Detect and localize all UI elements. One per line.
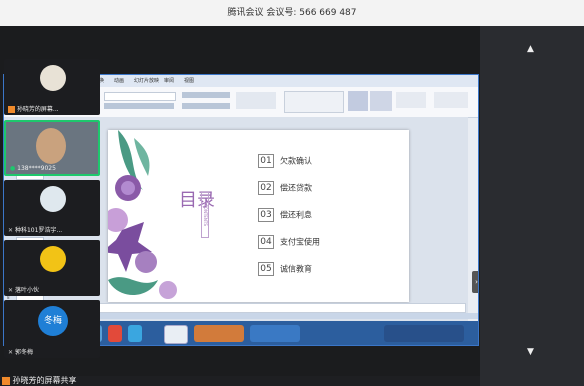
mic-muted-icon: ✕	[8, 349, 14, 356]
quick-styles-icon[interactable]	[370, 91, 392, 111]
taskbar-app-icon[interactable]	[128, 325, 142, 342]
screen-share-owner: 孙晓芳的屏幕共享	[12, 376, 77, 385]
notes-input[interactable]: 单击此处添加备注	[52, 303, 466, 313]
window-title: 腾讯会议 会议号: 566 669 487	[0, 0, 584, 26]
participant-name: ✕ 落叶小伙	[8, 285, 39, 294]
taskbar-window-button[interactable]	[164, 325, 188, 344]
toc-label: 偿还贷款	[280, 183, 312, 193]
screen-share-icon	[2, 376, 10, 385]
toc-item: 03 偿还利息	[258, 208, 312, 222]
shapes-gallery[interactable]	[284, 91, 344, 113]
chevron-up-icon[interactable]: ▲	[527, 44, 534, 54]
participant-name-text: 郭冬梅	[14, 349, 33, 356]
system-tray	[384, 325, 464, 342]
participant-name-text: 落叶小伙	[14, 287, 39, 294]
toc-item: 04 支付宝使用	[258, 235, 320, 249]
chevron-down-icon[interactable]: ▼	[527, 347, 534, 357]
tab-animations[interactable]: 动画	[114, 77, 124, 84]
taskbar-app-icon[interactable]	[108, 325, 122, 342]
toc-number: 05	[258, 262, 274, 276]
editing-tools[interactable]	[434, 92, 468, 108]
font-format-buttons[interactable]	[104, 103, 174, 109]
toc-number: 02	[258, 181, 274, 195]
chevron-right-icon[interactable]: ›	[472, 271, 478, 293]
shape-fill-tools[interactable]	[396, 92, 426, 108]
font-select[interactable]	[104, 92, 176, 101]
participant-face	[36, 128, 66, 164]
participant-name: 孙晓芳的屏幕...	[8, 104, 59, 113]
toc-item: 05 诚信教育	[258, 262, 312, 276]
participant-name-text: 孙晓芳的屏幕...	[16, 106, 59, 113]
participant-name: ✕ 郭冬梅	[8, 347, 33, 356]
floral-decoration-icon	[108, 130, 177, 299]
screen-share-label: 孙晓芳的屏幕共享	[0, 376, 480, 386]
participant-tile[interactable]: 孙晓芳的屏幕...	[4, 59, 100, 115]
participant-name: ● 138****9025	[10, 165, 56, 172]
arrange-icon[interactable]	[348, 91, 368, 111]
avatar	[40, 186, 66, 212]
taskbar-meeting-button[interactable]	[250, 325, 300, 342]
toc-item: 01 欠款确认	[258, 154, 312, 168]
screen-share-icon	[8, 106, 15, 113]
tab-review[interactable]: 审阅	[164, 77, 174, 84]
participant-name-text: 138****9025	[17, 165, 56, 172]
toc-item: 02 偿还贷款	[258, 181, 312, 195]
participant-name: ✕ 种科101罗浩宇...	[8, 225, 62, 234]
participant-tile[interactable]: 冬梅 ✕ 郭冬梅	[4, 300, 100, 358]
mic-icon: ●	[10, 165, 16, 172]
toc-label: 诚信教育	[280, 264, 312, 274]
mic-muted-icon: ✕	[8, 227, 14, 234]
slide-title: 目录	[179, 190, 215, 211]
taskbar-powerpoint-button[interactable]	[194, 325, 244, 342]
avatar	[40, 246, 66, 272]
participant-tile-active-speaker[interactable]: ● 138****9025	[4, 120, 100, 176]
toc-label: 支付宝使用	[280, 237, 320, 247]
alignment-buttons[interactable]	[182, 103, 230, 109]
contents-label: CONTENTS	[201, 192, 209, 238]
toc-number: 04	[258, 235, 274, 249]
participant-name-text: 种科101罗浩宇...	[14, 227, 63, 234]
participant-tile[interactable]: ✕ 落叶小伙	[4, 240, 100, 296]
participant-tile[interactable]: ✕ 种科101罗浩宇...	[4, 180, 100, 236]
toc-label: 欠款确认	[280, 156, 312, 166]
tab-view[interactable]: 视图	[184, 77, 194, 84]
avatar	[40, 65, 66, 91]
avatar: 冬梅	[38, 306, 68, 336]
tab-slideshow[interactable]: 幻灯片放映	[134, 77, 159, 84]
toc-number: 01	[258, 154, 274, 168]
toc-number: 03	[258, 208, 274, 222]
toc-label: 偿还利息	[280, 210, 312, 220]
current-slide[interactable]: 目录 CONTENTS 01 欠款确认 02 偿还贷款 03 偿还利息 04 支付宝使用…	[108, 130, 409, 302]
text-direction-tools[interactable]	[236, 92, 276, 109]
participant-sidebar	[480, 26, 584, 386]
mic-muted-icon: ✕	[8, 287, 14, 294]
paragraph-buttons[interactable]	[182, 92, 230, 98]
